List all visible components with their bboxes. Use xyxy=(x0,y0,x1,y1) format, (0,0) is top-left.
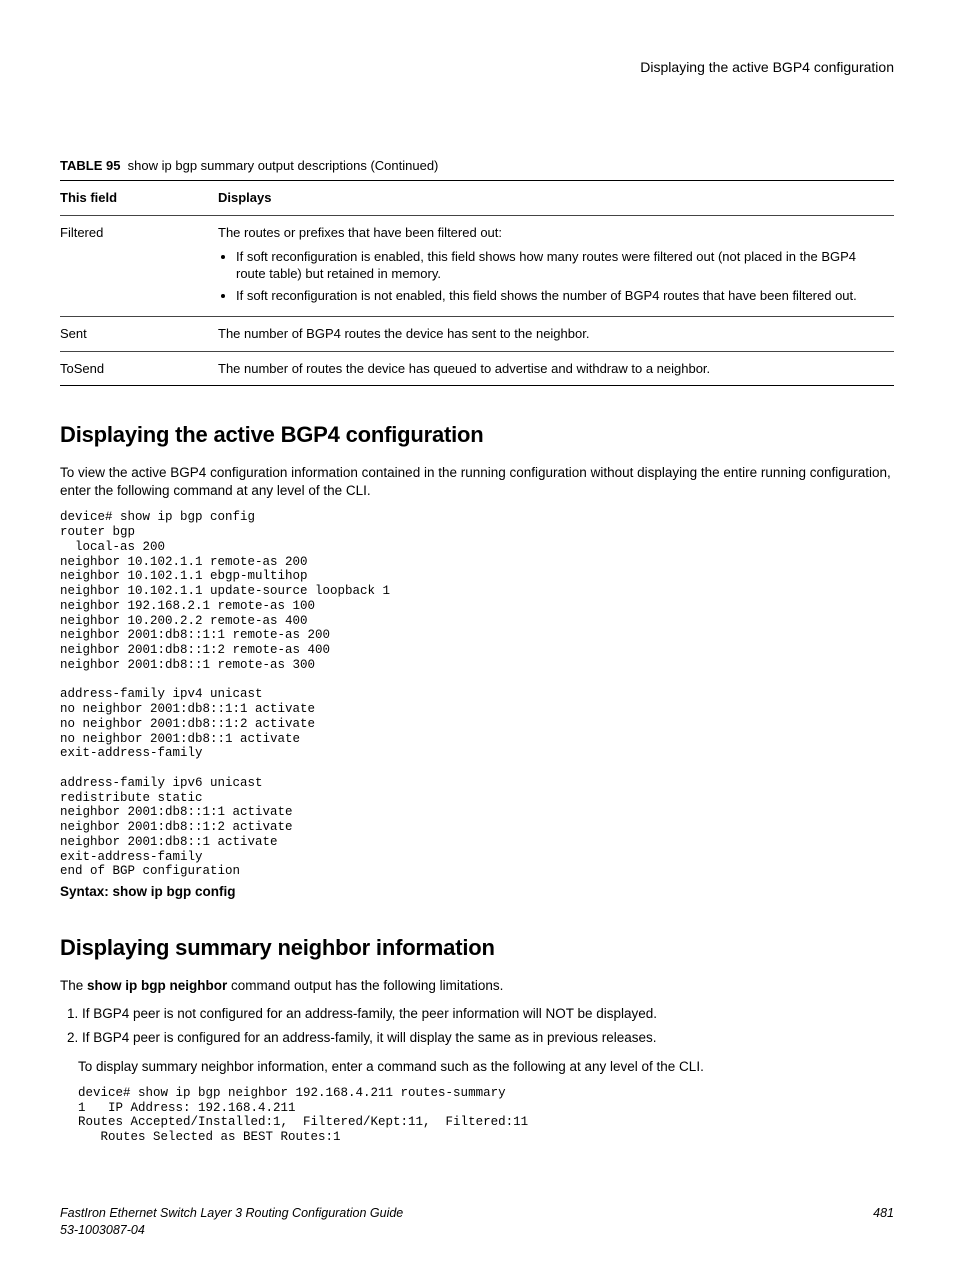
section-paragraph: To view the active BGP4 configuration in… xyxy=(60,464,894,500)
section-paragraph: The show ip bgp neighbor command output … xyxy=(60,977,894,995)
table-header-field: This field xyxy=(60,181,218,216)
numbered-list: If BGP4 peer is not configured for an ad… xyxy=(60,1005,894,1047)
footer-left: FastIron Ethernet Switch Layer 3 Routing… xyxy=(60,1205,403,1239)
indented-paragraph: To display summary neighbor information,… xyxy=(78,1058,894,1076)
list-item: If BGP4 peer is configured for an addres… xyxy=(82,1029,894,1047)
page-footer: FastIron Ethernet Switch Layer 3 Routing… xyxy=(60,1205,894,1239)
table-caption: TABLE 95 show ip bgp summary output desc… xyxy=(60,157,894,175)
section-heading-active-config: Displaying the active BGP4 configuration xyxy=(60,420,894,450)
table-row: Filtered The routes or prefixes that hav… xyxy=(60,215,894,316)
syntax-line: Syntax: show ip bgp config xyxy=(60,883,894,901)
field-name: Sent xyxy=(60,317,218,352)
field-name: Filtered xyxy=(60,215,218,316)
list-item: If BGP4 peer is not configured for an ad… xyxy=(82,1005,894,1023)
field-desc: The number of routes the device has queu… xyxy=(218,351,894,386)
command-name: show ip bgp neighbor xyxy=(87,978,227,993)
table-number: TABLE 95 xyxy=(60,158,120,173)
field-desc: The number of BGP4 routes the device has… xyxy=(218,317,894,352)
page-header-right: Displaying the active BGP4 configuration xyxy=(60,58,894,77)
table-row: Sent The number of BGP4 routes the devic… xyxy=(60,317,894,352)
table-row: ToSend The number of routes the device h… xyxy=(60,351,894,386)
bullet-item: If soft reconfiguration is not enabled, … xyxy=(236,287,886,305)
bullet-item: If soft reconfiguration is enabled, this… xyxy=(236,248,886,283)
table-header-displays: Displays xyxy=(218,181,894,216)
field-intro: The routes or prefixes that have been fi… xyxy=(218,225,502,240)
code-block-neighbor: device# show ip bgp neighbor 192.168.4.2… xyxy=(78,1086,894,1145)
output-descriptions-table: This field Displays Filtered The routes … xyxy=(60,180,894,386)
field-desc: The routes or prefixes that have been fi… xyxy=(218,215,894,316)
bullet-list: If soft reconfiguration is enabled, this… xyxy=(218,248,886,305)
table-caption-text: show ip bgp summary output descriptions … xyxy=(128,158,439,173)
section-heading-neighbor-info: Displaying summary neighbor information xyxy=(60,933,894,963)
footer-title: FastIron Ethernet Switch Layer 3 Routing… xyxy=(60,1206,403,1220)
code-block-config: device# show ip bgp config router bgp lo… xyxy=(60,510,894,879)
footer-page-number: 481 xyxy=(873,1205,894,1239)
field-name: ToSend xyxy=(60,351,218,386)
